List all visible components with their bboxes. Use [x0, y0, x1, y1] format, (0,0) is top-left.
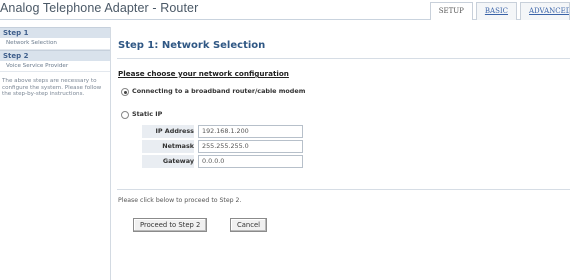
sidebar-item-network-selection[interactable]: Network Selection [0, 38, 110, 50]
sidebar-item-voice-service-provider[interactable]: Voice Service Provider [0, 61, 110, 72]
broadband-radio[interactable] [121, 88, 129, 96]
netmask-field[interactable]: 255.255.255.0 [198, 140, 303, 153]
footer-divider [117, 189, 570, 190]
sidebar-step-1-heading: Step 1 [0, 27, 110, 38]
main-content: Step 1: Network Selection Please choose … [117, 27, 570, 280]
ip-address-label: IP Address [142, 125, 194, 138]
broadband-radio-label: Connecting to a broadband router/cable m… [132, 87, 306, 95]
static-ip-radio-label: Static IP [132, 110, 163, 118]
cancel-button[interactable]: Cancel [230, 218, 268, 232]
header: Analog Telephone Adapter - Router SETUP … [0, 0, 570, 20]
sidebar: Step 1 Network Selection Step 2 Voice Se… [0, 27, 111, 280]
tab-setup[interactable]: SETUP [429, 2, 473, 20]
static-ip-radio[interactable] [121, 111, 129, 119]
section-heading: Please choose your network configuration [118, 69, 289, 78]
tab-advanced[interactable]: ADVANCED [520, 2, 570, 20]
app-title: Analog Telephone Adapter - Router [0, 1, 199, 15]
top-tabs: SETUP BASIC ADVANCED [427, 2, 570, 20]
router-config-page: Analog Telephone Adapter - Router SETUP … [0, 0, 570, 280]
title-divider [117, 58, 570, 59]
gateway-field[interactable]: 0.0.0.0 [198, 155, 303, 168]
ip-address-field[interactable]: 192.168.1.200 [198, 125, 303, 138]
gateway-label: Gateway [142, 155, 194, 168]
page-title: Step 1: Network Selection [118, 40, 266, 51]
sidebar-step-2-heading: Step 2 [0, 49, 110, 61]
proceed-button[interactable]: Proceed to Step 2 [133, 218, 208, 232]
sidebar-note: The above steps are necessary to configu… [2, 78, 102, 97]
tab-basic[interactable]: BASIC [475, 2, 517, 20]
netmask-label: Netmask [142, 140, 194, 153]
instruction-text: Please click below to proceed to Step 2. [118, 197, 242, 204]
